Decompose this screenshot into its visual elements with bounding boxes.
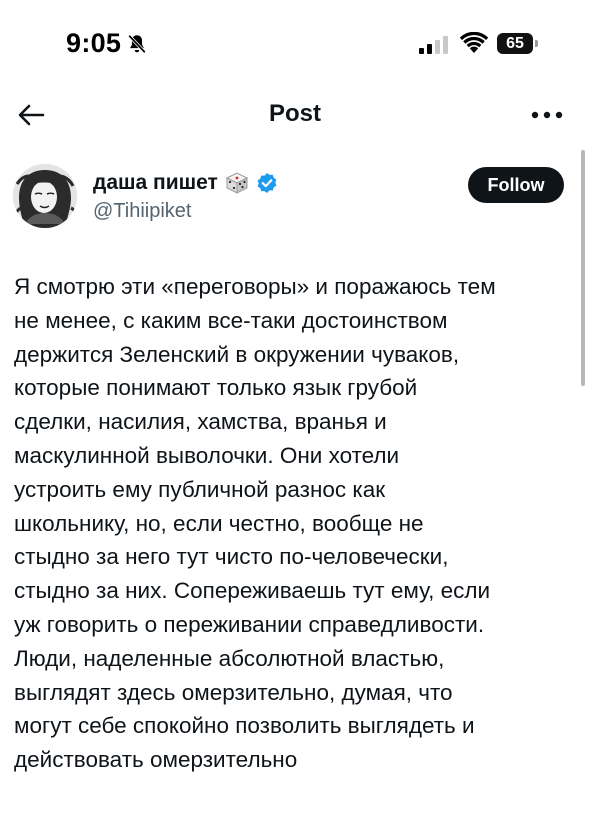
post-text-line: устроить ему публичной разнос как [14,476,386,502]
post-text-line: выглядят здесь омерзительно, думая, что [14,679,453,705]
dice-emoji-icon [225,172,248,194]
cellular-signal-icon [419,36,448,54]
post-text-line: Люди, наделенные абсолютной властью, [14,645,445,671]
post-text-line: стыдно за него тут чисто по-человечески, [14,544,449,570]
post-text-line: школьнику, но, если честно, вообще не [14,510,424,536]
post-text-line: не менее, с каким все-таки достоинством [14,307,448,333]
post-text-line: сделки, насилия, хамства, вранья и [14,409,387,435]
post-header: Post [0,88,590,140]
page-title: Post [268,100,321,127]
author-handle[interactable]: @Tihiipiket [93,200,191,223]
status-bar: 9:05 65 [0,0,590,80]
follow-button[interactable]: Follow [468,167,564,203]
avatar[interactable] [13,164,77,228]
battery-indicator: 65 [497,33,539,54]
status-time: 9:05 [66,28,122,58]
post-text-line: держится Зеленский в окружении чуваков, [14,341,460,367]
verified-badge-icon [257,173,277,193]
post-text: Я смотрю эти «переговоры» и поражаюсь те… [14,270,574,777]
author-name-row: даша пишет [93,168,278,198]
post-text-line: которые понимают только язык грубой [14,375,418,401]
scrollbar[interactable] [581,150,585,386]
post-text-line: могут себе спокойно позволить выглядеть … [14,713,475,739]
post-text-line: стыдно за них. Сопереживаешь тут ему, ес… [14,578,491,604]
battery-level: 65 [497,33,533,54]
post-text-line: Я смотрю эти «переговоры» и поражаюсь те… [14,274,496,299]
author-name[interactable]: даша пишет [93,171,218,195]
more-options-icon[interactable] [527,100,567,130]
bell-slash-icon [128,34,146,54]
post-text-line: маскулинной выволочки. Они хотели [14,442,400,468]
post-text-line: уж говорить о переживании справедливости… [14,611,485,637]
post-text-line: действовать омерзительно [14,747,298,773]
wifi-icon [459,32,489,53]
avatar-illustration [13,164,77,228]
battery-cap [535,40,538,47]
